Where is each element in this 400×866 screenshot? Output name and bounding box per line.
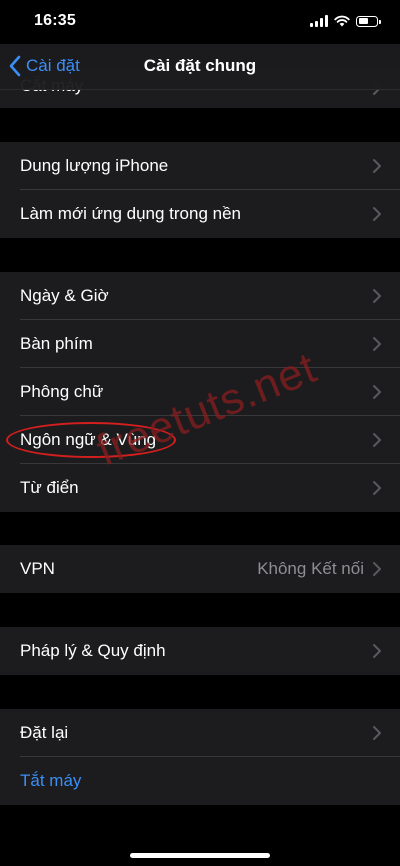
legal-group: Pháp lý & Quy định (0, 627, 400, 675)
reset-group: Đặt lại Tắt máy (0, 709, 400, 805)
list-item-vpn[interactable]: VPN Không Kết nối (0, 545, 400, 593)
status-icons (310, 14, 381, 28)
list-item-background-refresh[interactable]: Làm mới ứng dụng trong nền (0, 190, 400, 238)
chevron-right-icon (373, 433, 381, 447)
vpn-group: VPN Không Kết nối (0, 545, 400, 593)
list-item-iphone-storage[interactable]: Dung lượng iPhone (0, 142, 400, 190)
wifi-icon (334, 15, 350, 27)
chevron-right-icon (373, 481, 381, 495)
regional-group: Ngày & Giờ Bàn phím Phông chữ Ngôn ngữ &… (0, 272, 400, 512)
status-bar: 16:35 (0, 0, 400, 44)
list-item-dictionary[interactable]: Từ điển (0, 464, 400, 512)
list-item-label: Dung lượng iPhone (20, 156, 169, 175)
navigation-bar: Cài đặt Cài đặt chung (0, 44, 400, 90)
shut-down-label: Tắt máy (20, 771, 82, 790)
page-title: Cài đặt chung (143, 56, 257, 75)
list-item-label: Ngôn ngữ & Vùng (20, 430, 157, 449)
home-indicator[interactable] (130, 853, 270, 858)
chevron-right-icon (373, 159, 381, 173)
list-item-language-region[interactable]: Ngôn ngữ & Vùng (0, 416, 400, 464)
shut-down-button[interactable]: Tắt máy (0, 757, 400, 805)
list-item-label: Đặt lại (20, 723, 69, 742)
list-item-label: VPN (20, 559, 55, 578)
chevron-right-icon (373, 207, 381, 221)
list-item-label: Từ điển (20, 478, 79, 497)
list-item-label: Làm mới ứng dụng trong nền (20, 204, 241, 223)
chevron-right-icon (373, 289, 381, 303)
list-item-date-time[interactable]: Ngày & Giờ (0, 272, 400, 320)
chevron-right-icon (373, 562, 381, 576)
list-item-legal-regulatory[interactable]: Pháp lý & Quy định (0, 627, 400, 675)
battery-icon (356, 15, 381, 27)
status-time: 16:35 (34, 12, 76, 29)
chevron-right-icon (373, 726, 381, 740)
signal-icon (310, 15, 328, 27)
list-item-label: Ngày & Giờ (20, 286, 109, 305)
list-item-label: Phông chữ (20, 382, 104, 401)
chevron-right-icon (373, 337, 381, 351)
storage-group: Dung lượng iPhone Làm mới ứng dụng trong… (0, 142, 400, 238)
chevron-right-icon (373, 644, 381, 658)
list-item-keyboard[interactable]: Bàn phím (0, 320, 400, 368)
chevron-right-icon (373, 385, 381, 399)
list-item-label: Bàn phím (20, 334, 93, 353)
list-item-label: Pháp lý & Quy định (20, 641, 166, 660)
list-item-reset[interactable]: Đặt lại (0, 709, 400, 757)
vpn-status-value: Không Kết nối (257, 559, 364, 578)
list-item-fonts[interactable]: Phông chữ (0, 368, 400, 416)
